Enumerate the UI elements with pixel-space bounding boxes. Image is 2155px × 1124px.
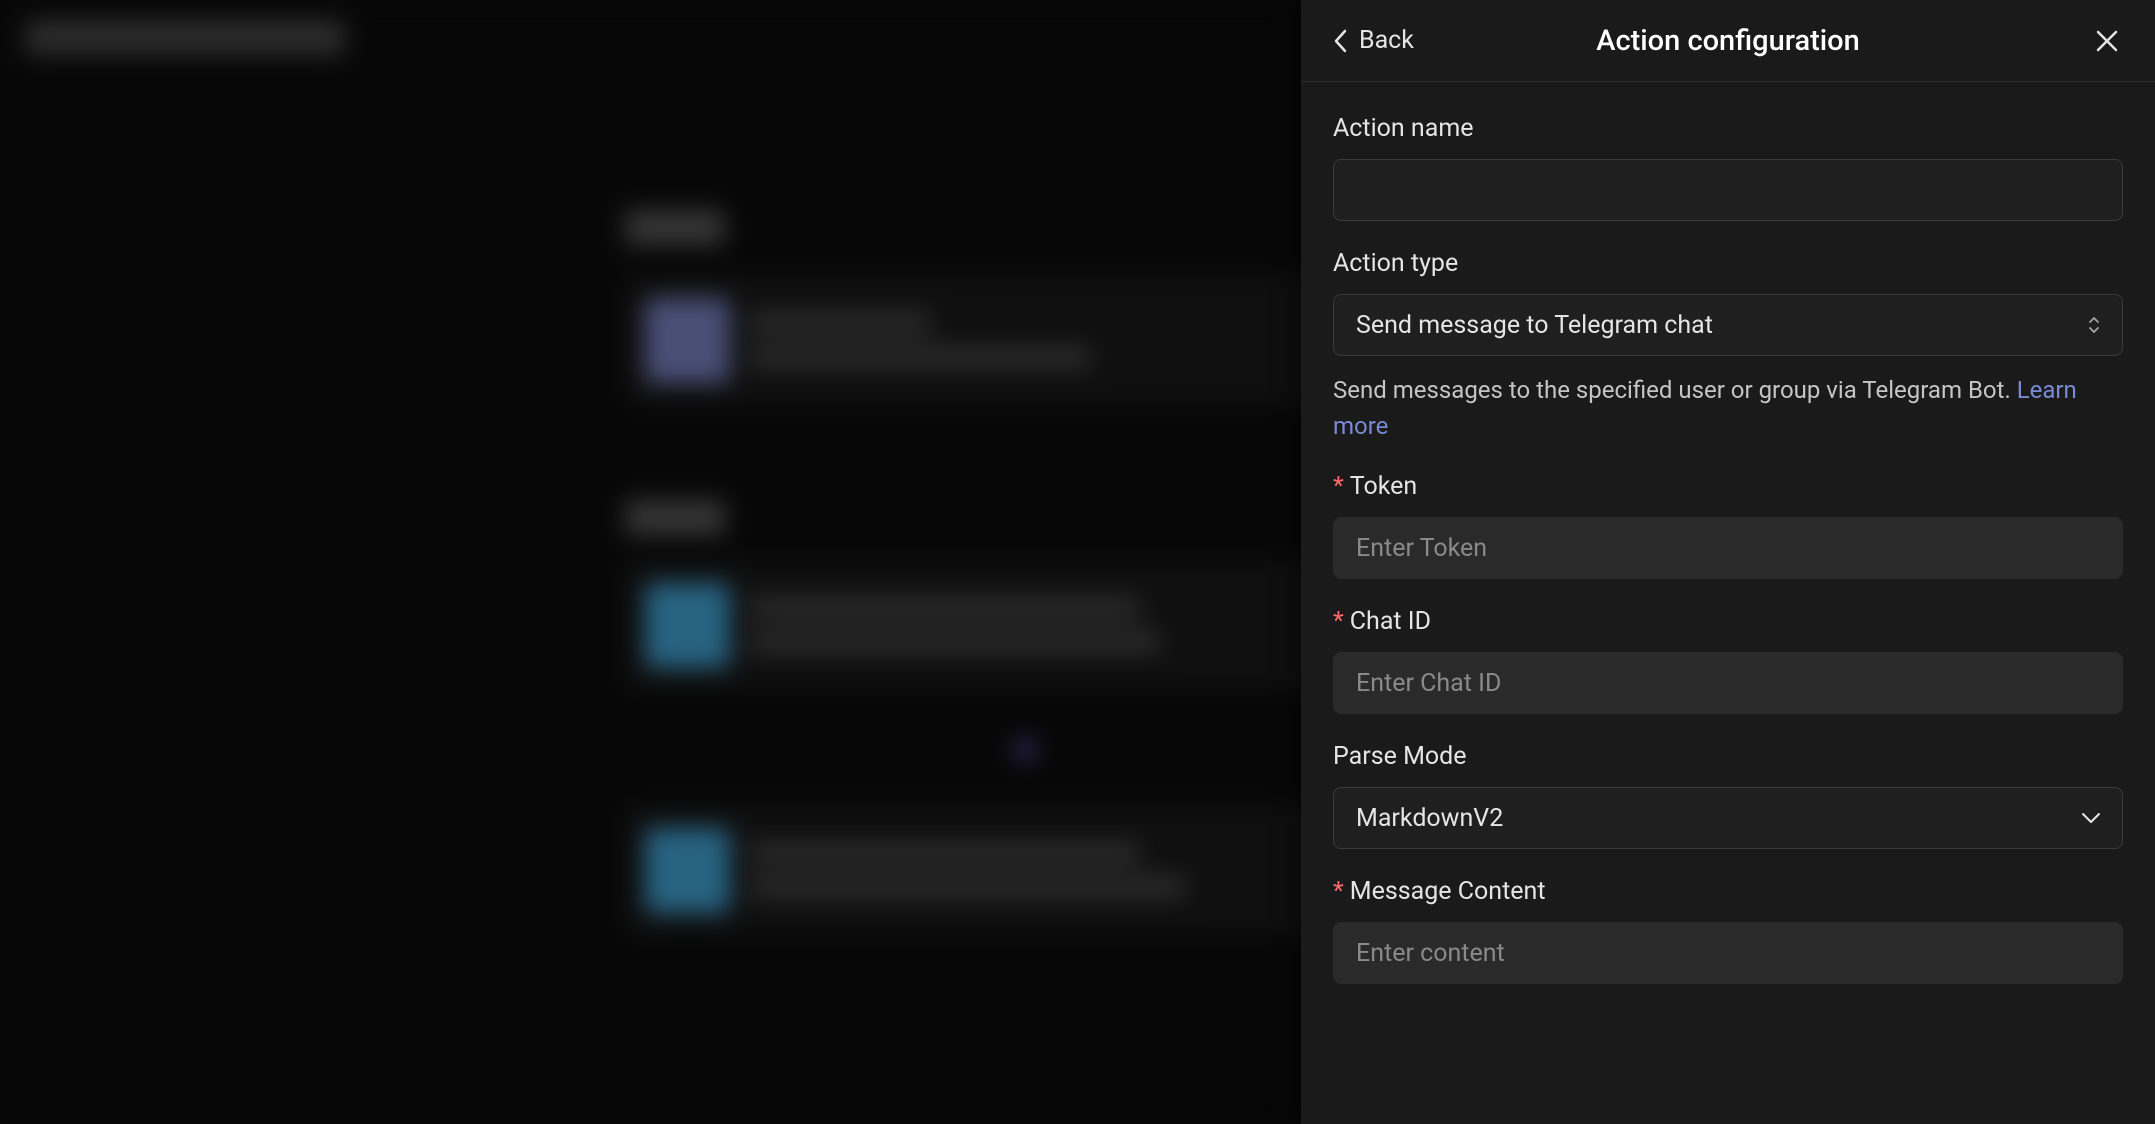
chat-id-group: *Chat ID — [1333, 607, 2123, 714]
panel-header: Back Action configuration — [1301, 0, 2155, 82]
token-label: *Token — [1333, 472, 2123, 501]
message-content-input[interactable] — [1333, 922, 2123, 984]
action-type-description: Send messages to the specified user or g… — [1333, 372, 2123, 444]
message-content-label: *Message Content — [1333, 877, 2123, 906]
action-name-label: Action name — [1333, 114, 2123, 143]
action-name-group: Action name — [1333, 114, 2123, 221]
panel-title: Action configuration — [1596, 24, 1860, 58]
panel-body: Action name Action type Send message to … — [1301, 82, 2155, 1124]
action-type-label: Action type — [1333, 249, 2123, 278]
token-input[interactable] — [1333, 517, 2123, 579]
required-indicator: * — [1333, 472, 1344, 501]
parse-mode-selected: MarkdownV2 — [1356, 804, 1503, 833]
required-indicator: * — [1333, 877, 1344, 906]
token-group: *Token — [1333, 472, 2123, 579]
action-type-group: Action type Send message to Telegram cha… — [1333, 249, 2123, 444]
action-configuration-panel: Back Action configuration Action name Ac… — [1301, 0, 2155, 1124]
action-name-input[interactable] — [1333, 159, 2123, 221]
chevron-left-icon — [1333, 29, 1347, 53]
parse-mode-label: Parse Mode — [1333, 742, 2123, 771]
parse-mode-group: Parse Mode MarkdownV2 — [1333, 742, 2123, 849]
close-button[interactable] — [2091, 25, 2123, 57]
close-icon — [2095, 29, 2119, 53]
chat-id-label: *Chat ID — [1333, 607, 2123, 636]
action-type-selected: Send message to Telegram chat — [1356, 311, 1713, 340]
parse-mode-select[interactable]: MarkdownV2 — [1333, 787, 2123, 849]
action-type-select[interactable]: Send message to Telegram chat — [1333, 294, 2123, 356]
required-indicator: * — [1333, 607, 1344, 636]
chat-id-input[interactable] — [1333, 652, 2123, 714]
back-label: Back — [1359, 26, 1414, 55]
back-button[interactable]: Back — [1333, 26, 1414, 55]
message-content-group: *Message Content — [1333, 877, 2123, 984]
